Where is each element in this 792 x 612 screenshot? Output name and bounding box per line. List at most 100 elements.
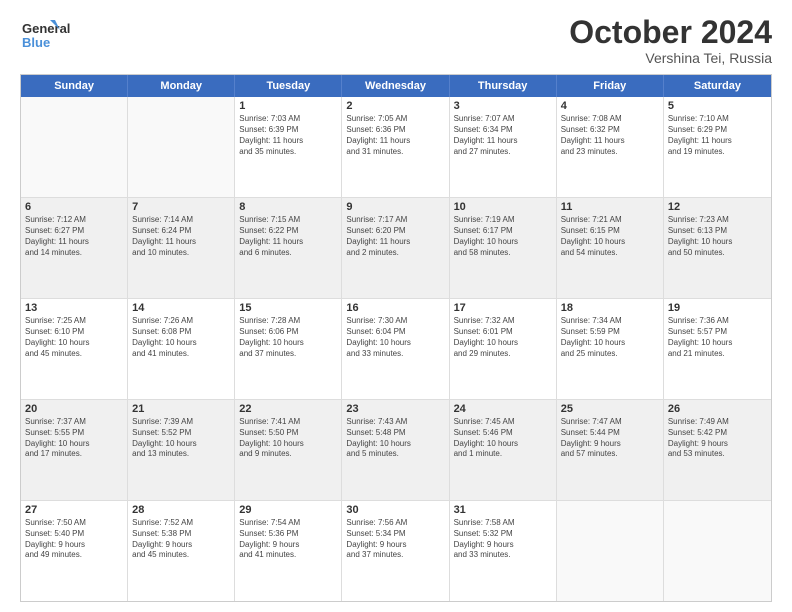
day-cell-15: 15 Sunrise: 7:28 AMSunset: 6:06 PMDayligh… xyxy=(235,299,342,399)
day-number: 27 xyxy=(25,504,123,516)
day-cell-2: 2 Sunrise: 7:05 AMSunset: 6:36 PMDaylight… xyxy=(342,97,449,197)
day-number: 28 xyxy=(132,504,230,516)
day-cell-22: 22Sunrise: 7:41 AMSunset: 5:50 PMDayligh… xyxy=(235,400,342,500)
day-number: 20 xyxy=(25,403,123,415)
day-number: 4 xyxy=(561,100,659,112)
day-number: 6 xyxy=(25,201,123,213)
day-info: Sunrise: 7:54 AMSunset: 5:36 PMDaylight:… xyxy=(239,518,337,561)
day-number: 5 xyxy=(668,100,767,112)
day-number: 24 xyxy=(454,403,552,415)
day-info: Sunrise: 7:19 AMSunset: 6:17 PMDaylight:… xyxy=(454,215,552,258)
day-info: Sunrise: 7:50 AMSunset: 5:40 PMDaylight:… xyxy=(25,518,123,561)
day-cell-24: 24 Sunrise: 7:45 AMSunset: 5:46 PMDayligh… xyxy=(450,400,557,500)
day-info: Sunrise: 7:05 AMSunset: 6:36 PMDaylight:… xyxy=(346,114,444,157)
title-block: October 2024 Vershina Tei, Russia xyxy=(569,15,772,66)
day-info: Sunrise: 7:28 AMSunset: 6:06 PMDaylight:… xyxy=(239,316,337,359)
day-info: Sunrise: 7:25 AMSunset: 6:10 PMDaylight:… xyxy=(25,316,123,359)
day-info: Sunrise: 7:39 AMSunset: 5:52 PMDaylight:… xyxy=(132,417,230,460)
page: General Blue October 2024 Vershina Tei, … xyxy=(0,0,792,612)
day-cell-17: 17 Sunrise: 7:32 AMSunset: 6:01 PMDayligh… xyxy=(450,299,557,399)
day-info: Sunrise: 7:43 AMSunset: 5:48 PMDaylight:… xyxy=(346,417,444,460)
day-info: Sunrise: 7:23 AMSunset: 6:13 PMDaylight:… xyxy=(668,215,767,258)
day-cell-6: 6Sunrise: 7:12 AMSunset: 6:27 PMDaylight… xyxy=(21,198,128,298)
day-number: 10 xyxy=(454,201,552,213)
day-number: 21 xyxy=(132,403,230,415)
day-cell-25: 25 Sunrise: 7:47 AMSunset: 5:44 PMDayligh… xyxy=(557,400,664,500)
day-cell-27: 27 Sunrise: 7:50 AMSunset: 5:40 PMDayligh… xyxy=(21,501,128,601)
day-header-sunday: Sunday xyxy=(21,75,128,97)
calendar: SundayMondayTuesdayWednesdayThursdayFrid… xyxy=(20,74,772,602)
empty-cell xyxy=(557,501,664,601)
day-info: Sunrise: 7:10 AMSunset: 6:29 PMDaylight:… xyxy=(668,114,767,157)
calendar-row-2: 13 Sunrise: 7:25 AMSunset: 6:10 PMDayligh… xyxy=(21,299,771,400)
day-number: 7 xyxy=(132,201,230,213)
day-cell-14: 14 Sunrise: 7:26 AMSunset: 6:08 PMDayligh… xyxy=(128,299,235,399)
day-info: Sunrise: 7:58 AMSunset: 5:32 PMDaylight:… xyxy=(454,518,552,561)
day-cell-19: 19 Sunrise: 7:36 AMSunset: 5:57 PMDayligh… xyxy=(664,299,771,399)
day-number: 29 xyxy=(239,504,337,516)
day-header-monday: Monday xyxy=(128,75,235,97)
day-cell-31: 31Sunrise: 7:58 AMSunset: 5:32 PMDayligh… xyxy=(450,501,557,601)
empty-cell xyxy=(21,97,128,197)
calendar-row-0: 1Sunrise: 7:03 AMSunset: 6:39 PMDaylight… xyxy=(21,97,771,198)
day-number: 17 xyxy=(454,302,552,314)
svg-text:Blue: Blue xyxy=(22,35,50,50)
day-info: Sunrise: 7:26 AMSunset: 6:08 PMDaylight:… xyxy=(132,316,230,359)
day-cell-12: 12Sunrise: 7:23 AMSunset: 6:13 PMDayligh… xyxy=(664,198,771,298)
day-info: Sunrise: 7:45 AMSunset: 5:46 PMDaylight:… xyxy=(454,417,552,460)
calendar-row-3: 20 Sunrise: 7:37 AMSunset: 5:55 PMDayligh… xyxy=(21,400,771,501)
day-info: Sunrise: 7:34 AMSunset: 5:59 PMDaylight:… xyxy=(561,316,659,359)
header: General Blue October 2024 Vershina Tei, … xyxy=(20,15,772,66)
day-info: Sunrise: 7:15 AMSunset: 6:22 PMDaylight:… xyxy=(239,215,337,258)
day-cell-18: 18 Sunrise: 7:34 AMSunset: 5:59 PMDayligh… xyxy=(557,299,664,399)
day-cell-26: 26Sunrise: 7:49 AMSunset: 5:42 PMDayligh… xyxy=(664,400,771,500)
day-cell-4: 4 Sunrise: 7:08 AMSunset: 6:32 PMDaylight… xyxy=(557,97,664,197)
day-cell-5: 5 Sunrise: 7:10 AMSunset: 6:29 PMDaylight… xyxy=(664,97,771,197)
day-cell-28: 28 Sunrise: 7:52 AMSunset: 5:38 PMDayligh… xyxy=(128,501,235,601)
day-info: Sunrise: 7:47 AMSunset: 5:44 PMDaylight:… xyxy=(561,417,659,460)
day-cell-29: 29 Sunrise: 7:54 AMSunset: 5:36 PMDayligh… xyxy=(235,501,342,601)
calendar-row-1: 6Sunrise: 7:12 AMSunset: 6:27 PMDaylight… xyxy=(21,198,771,299)
day-number: 13 xyxy=(25,302,123,314)
day-info: Sunrise: 7:21 AMSunset: 6:15 PMDaylight:… xyxy=(561,215,659,258)
day-info: Sunrise: 7:30 AMSunset: 6:04 PMDaylight:… xyxy=(346,316,444,359)
day-number: 1 xyxy=(239,100,337,112)
day-info: Sunrise: 7:49 AMSunset: 5:42 PMDaylight:… xyxy=(668,417,767,460)
day-cell-9: 9Sunrise: 7:17 AMSunset: 6:20 PMDaylight… xyxy=(342,198,449,298)
day-number: 30 xyxy=(346,504,444,516)
day-number: 11 xyxy=(561,201,659,213)
day-info: Sunrise: 7:07 AMSunset: 6:34 PMDaylight:… xyxy=(454,114,552,157)
day-cell-8: 8 Sunrise: 7:15 AMSunset: 6:22 PMDaylight… xyxy=(235,198,342,298)
day-cell-13: 13 Sunrise: 7:25 AMSunset: 6:10 PMDayligh… xyxy=(21,299,128,399)
day-info: Sunrise: 7:37 AMSunset: 5:55 PMDaylight:… xyxy=(25,417,123,460)
day-info: Sunrise: 7:52 AMSunset: 5:38 PMDaylight:… xyxy=(132,518,230,561)
day-number: 8 xyxy=(239,201,337,213)
day-info: Sunrise: 7:32 AMSunset: 6:01 PMDaylight:… xyxy=(454,316,552,359)
day-number: 14 xyxy=(132,302,230,314)
day-header-wednesday: Wednesday xyxy=(342,75,449,97)
svg-text:General: General xyxy=(22,21,70,36)
day-number: 25 xyxy=(561,403,659,415)
day-number: 16 xyxy=(346,302,444,314)
day-number: 23 xyxy=(346,403,444,415)
day-number: 15 xyxy=(239,302,337,314)
day-cell-20: 20 Sunrise: 7:37 AMSunset: 5:55 PMDayligh… xyxy=(21,400,128,500)
empty-cell xyxy=(128,97,235,197)
day-header-tuesday: Tuesday xyxy=(235,75,342,97)
day-info: Sunrise: 7:08 AMSunset: 6:32 PMDaylight:… xyxy=(561,114,659,157)
day-number: 3 xyxy=(454,100,552,112)
day-cell-16: 16 Sunrise: 7:30 AMSunset: 6:04 PMDayligh… xyxy=(342,299,449,399)
day-number: 22 xyxy=(239,403,337,415)
day-info: Sunrise: 7:56 AMSunset: 5:34 PMDaylight:… xyxy=(346,518,444,561)
day-number: 19 xyxy=(668,302,767,314)
calendar-body: 1Sunrise: 7:03 AMSunset: 6:39 PMDaylight… xyxy=(21,97,771,601)
day-cell-10: 10 Sunrise: 7:19 AMSunset: 6:17 PMDayligh… xyxy=(450,198,557,298)
day-number: 2 xyxy=(346,100,444,112)
day-number: 18 xyxy=(561,302,659,314)
location-subtitle: Vershina Tei, Russia xyxy=(569,50,772,66)
day-info: Sunrise: 7:17 AMSunset: 6:20 PMDaylight:… xyxy=(346,215,444,258)
day-cell-11: 11 Sunrise: 7:21 AMSunset: 6:15 PMDayligh… xyxy=(557,198,664,298)
day-header-saturday: Saturday xyxy=(664,75,771,97)
day-cell-30: 30 Sunrise: 7:56 AMSunset: 5:34 PMDayligh… xyxy=(342,501,449,601)
day-info: Sunrise: 7:36 AMSunset: 5:57 PMDaylight:… xyxy=(668,316,767,359)
